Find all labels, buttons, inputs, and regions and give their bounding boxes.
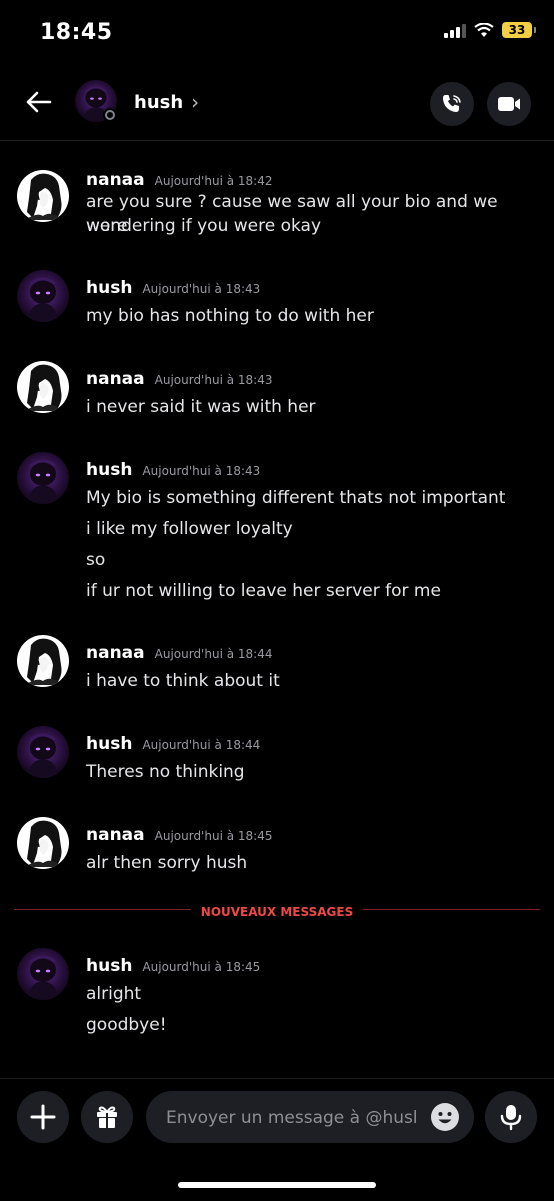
message-text: i never said it was with her [86, 397, 316, 417]
status-indicators: 33 [444, 22, 536, 38]
message-timestamp: Aujourd'hui à 18:43 [142, 282, 261, 296]
message-timestamp: Aujourd'hui à 18:45 [142, 960, 261, 974]
message-timestamp: Aujourd'hui à 18:45 [154, 829, 273, 843]
author-avatar[interactable] [17, 817, 69, 869]
contact-avatar[interactable] [75, 80, 117, 122]
author-avatar[interactable] [17, 361, 69, 413]
message-author[interactable]: hush [86, 956, 132, 976]
cellular-signal-icon [444, 22, 466, 38]
message-timestamp: Aujourd'hui à 18:43 [142, 464, 261, 478]
message-text: my bio has nothing to do with her [86, 306, 374, 326]
battery-level: 33 [508, 23, 526, 37]
message-timestamp: Aujourd'hui à 18:44 [154, 647, 273, 661]
message-text: so [86, 550, 106, 570]
battery-indicator: 33 [502, 22, 536, 38]
message-meta: nanaa Aujourd'hui à 18:43 [86, 369, 272, 389]
message-input-wrap [146, 1091, 474, 1145]
new-messages-label-wrap: NOUVEAUX MESSAGES [0, 901, 554, 920]
status-bar: 18:45 33 [0, 0, 554, 66]
message-text: My bio is something different thats not … [86, 488, 506, 508]
message-author[interactable]: nanaa [86, 369, 145, 389]
video-camera-icon [498, 97, 520, 111]
video-call-button[interactable] [487, 82, 531, 126]
message-meta: nanaa Aujourd'hui à 18:42 [86, 170, 272, 190]
plus-icon [30, 1104, 56, 1130]
message-timestamp: Aujourd'hui à 18:43 [154, 373, 273, 387]
message-meta: hush Aujourd'hui à 18:43 [86, 278, 260, 298]
status-time: 18:45 [40, 20, 113, 45]
message-text: alright [86, 984, 142, 1004]
author-avatar[interactable] [17, 726, 69, 778]
author-avatar[interactable] [17, 270, 69, 322]
offline-status-icon [103, 108, 117, 122]
message-meta: hush Aujourd'hui à 18:43 [86, 460, 260, 480]
message-text: if ur not willing to leave her server fo… [86, 581, 441, 601]
message-author[interactable]: nanaa [86, 170, 145, 190]
wifi-icon [474, 22, 494, 37]
back-arrow-icon [26, 91, 52, 113]
message-author[interactable]: nanaa [86, 643, 145, 663]
message-text: goodbye! [86, 1015, 167, 1035]
attach-button[interactable] [17, 1091, 69, 1143]
author-avatar[interactable] [17, 452, 69, 504]
message-text: Theres no thinking [86, 762, 245, 782]
emoji-button[interactable] [430, 1102, 460, 1132]
message-author[interactable]: hush [86, 460, 132, 480]
message-author[interactable]: hush [86, 734, 132, 754]
message-meta: hush Aujourd'hui à 18:44 [86, 734, 260, 754]
message-timestamp: Aujourd'hui à 18:42 [154, 174, 273, 188]
message-text: alr then sorry hush [86, 853, 248, 873]
message-input[interactable] [164, 1091, 418, 1145]
message-text: i like my follower loyalty [86, 519, 293, 539]
message-author[interactable]: hush [86, 278, 132, 298]
contact-name-button[interactable]: hush › [134, 90, 199, 114]
contact-name: hush [134, 91, 184, 113]
author-avatar[interactable] [17, 635, 69, 687]
gift-button[interactable] [81, 1091, 133, 1143]
voice-call-button[interactable] [430, 82, 474, 126]
message-meta: nanaa Aujourd'hui à 18:44 [86, 643, 272, 663]
new-messages-label: NOUVEAUX MESSAGES [190, 905, 364, 919]
message-text: i have to think about it [86, 671, 280, 691]
home-indicator [178, 1182, 376, 1188]
author-avatar[interactable] [17, 170, 69, 222]
author-avatar[interactable] [17, 948, 69, 1000]
message-author[interactable]: nanaa [86, 825, 145, 845]
gift-icon [97, 1106, 117, 1128]
back-button[interactable] [20, 84, 56, 120]
phone-call-icon [443, 95, 461, 112]
message-text: wondering if you were okay [86, 216, 322, 236]
message-timestamp: Aujourd'hui à 18:44 [142, 738, 261, 752]
chevron-right-icon: › [191, 90, 200, 114]
emoji-icon [431, 1103, 459, 1131]
microphone-icon [500, 1105, 522, 1131]
chat-header: hush › [0, 66, 554, 141]
voice-message-button[interactable] [485, 1091, 537, 1143]
message-meta: nanaa Aujourd'hui à 18:45 [86, 825, 272, 845]
message-meta: hush Aujourd'hui à 18:45 [86, 956, 260, 976]
